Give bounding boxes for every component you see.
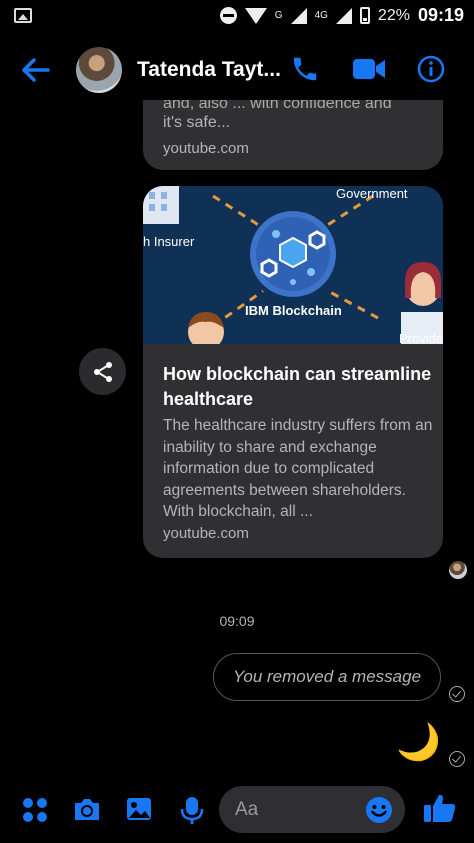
network-g-label: G [274, 10, 283, 21]
moon-sticker-icon[interactable]: 🌙 [396, 722, 441, 762]
status-bar: G 4G 22% 09:19 [0, 0, 474, 34]
label-provider: Provide [399, 331, 443, 344]
voice-message-button[interactable] [180, 795, 204, 830]
wifi-icon [244, 7, 267, 24]
chat-header: Tatenda Tayt... [0, 40, 474, 100]
message-input-placeholder: Aa [235, 798, 259, 820]
previous-link-card[interactable]: and, also ... with confidence and it's s… [143, 100, 443, 170]
label-ibm-blockchain: IBM Blockchain [245, 303, 342, 318]
delivered-check-icon [449, 751, 465, 767]
network-4g-label: 4G [314, 10, 328, 21]
camera-icon [75, 799, 99, 820]
video-call-button[interactable] [352, 56, 386, 87]
link-preview-card[interactable]: Government h Insurer IBM Blockchain Prov… [143, 186, 443, 558]
battery-percent: 22% [377, 6, 410, 24]
thumbs-up-icon [424, 794, 456, 822]
signal-icon [290, 7, 307, 24]
ibm-blockchain-illustration [143, 186, 443, 344]
share-icon [93, 361, 112, 382]
smiley-icon [366, 797, 392, 823]
four-dots-icon [23, 798, 47, 822]
video-camera-icon [353, 59, 385, 79]
previous-card-domain: youtube.com [163, 140, 249, 157]
microphone-icon [180, 797, 204, 824]
emoji-button[interactable] [365, 796, 393, 830]
seen-avatar [449, 561, 467, 579]
label-government: Government [336, 186, 408, 201]
back-arrow-icon [22, 58, 50, 82]
status-icons: G 4G 22% 09:19 [219, 5, 464, 26]
message-input[interactable]: Aa [219, 786, 405, 833]
back-button[interactable] [20, 56, 50, 89]
like-button[interactable] [423, 792, 457, 829]
conversation-info-button[interactable] [417, 55, 445, 88]
link-description: The healthcare industry suffers from an … [163, 417, 433, 520]
link-thumbnail: Government h Insurer IBM Blockchain Prov… [143, 186, 443, 344]
message-composer: Aa [0, 780, 474, 843]
contact-avatar[interactable] [76, 47, 122, 93]
delivered-check-icon [449, 686, 465, 702]
message-timestamp: 09:09 [219, 613, 255, 629]
do-not-disturb-icon [219, 7, 237, 24]
signal-4g-icon [335, 7, 352, 24]
label-insurer: h Insurer [143, 234, 195, 249]
contact-name[interactable]: Tatenda Tayt... [137, 58, 281, 82]
clock: 09:19 [417, 5, 464, 25]
gallery-button[interactable] [125, 795, 153, 828]
share-button[interactable] [79, 348, 126, 395]
voice-call-button[interactable] [290, 54, 320, 89]
gallery-notification-icon [14, 8, 32, 23]
link-domain: youtube.com [163, 525, 249, 542]
image-icon [127, 798, 151, 820]
info-icon [417, 55, 445, 83]
phone-icon [293, 57, 317, 81]
removed-message-bubble[interactable]: You removed a message [213, 653, 441, 701]
camera-button[interactable] [72, 795, 102, 828]
more-actions-button[interactable] [22, 797, 48, 828]
previous-card-description: it's safe... [163, 114, 231, 131]
battery-icon [359, 7, 370, 24]
previous-card-cut-text: and, also ... with confidence and [163, 100, 392, 112]
link-title: How blockchain can streamline healthcare [163, 364, 432, 409]
